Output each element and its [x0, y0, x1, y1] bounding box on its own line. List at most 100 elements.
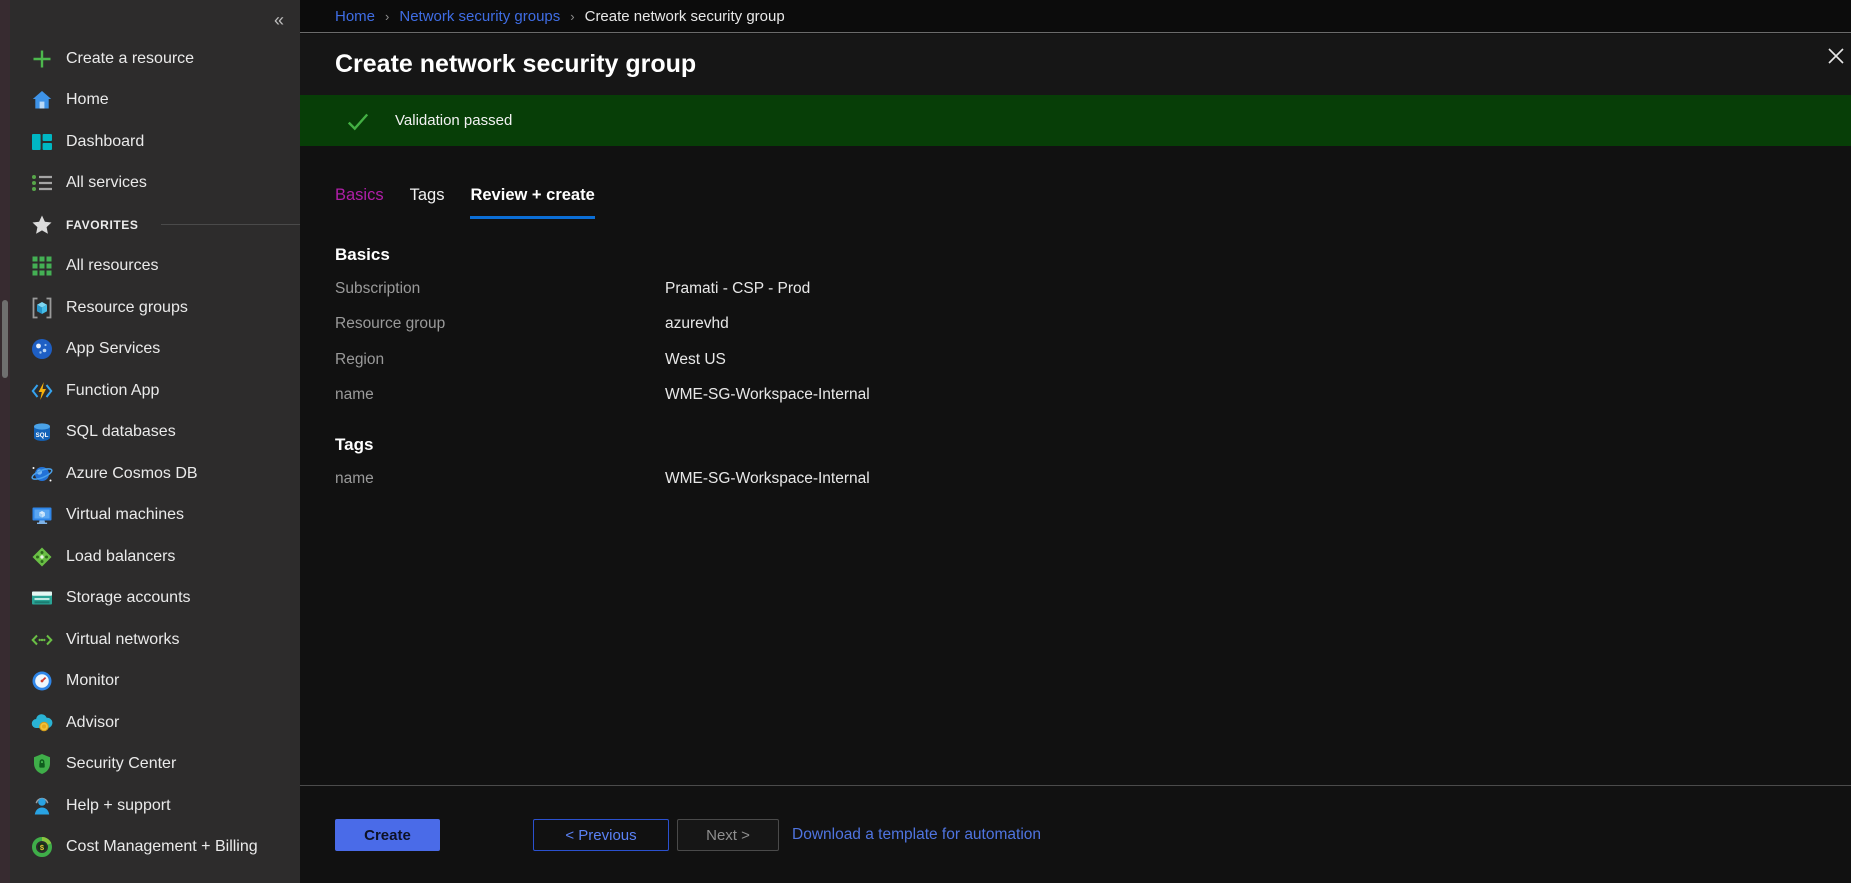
sidebar-item-label: Cost Management + Billing [66, 838, 258, 856]
sidebar-item-label: Storage accounts [66, 589, 191, 607]
sidebar-item-label: SQL databases [66, 423, 176, 441]
footer-bar: Create < Previous Next > Download a temp… [300, 785, 1851, 883]
sidebar-item-label: Security Center [66, 755, 176, 773]
favorites-label: FAVORITES [66, 218, 139, 232]
help-support-icon [30, 794, 54, 818]
sidebar-item-label: Resource groups [66, 299, 188, 317]
sidebar-item-virtual-networks[interactable]: Virtual networks [10, 619, 300, 661]
grid-icon [30, 254, 54, 278]
row-value: azurevhd [665, 315, 729, 333]
create-button[interactable]: Create [335, 819, 440, 851]
breadcrumb-current: Create network security group [585, 8, 785, 25]
sidebar-item-advisor[interactable]: Advisor [10, 702, 300, 744]
sidebar-item-virtual-machines[interactable]: Virtual machines [10, 495, 300, 537]
sidebar-item-sql-databases[interactable]: SQL SQL databases [10, 412, 300, 454]
breadcrumb-link-network-security-groups[interactable]: Network security groups [399, 8, 560, 25]
sidebar: « Create a resource Home Dashboard All s… [10, 0, 300, 883]
sidebar-item-azure-cosmos-db[interactable]: Azure Cosmos DB [10, 453, 300, 495]
cosmos-db-icon [30, 462, 54, 486]
tab-basics[interactable]: Basics [335, 186, 384, 219]
close-icon[interactable] [1827, 47, 1845, 65]
load-balancer-icon [30, 545, 54, 569]
sidebar-item-load-balancers[interactable]: Load balancers [10, 536, 300, 578]
sql-database-icon: SQL [30, 420, 54, 444]
breadcrumb: Home › Network security groups › Create … [300, 0, 1851, 33]
breadcrumb-separator-icon: › [385, 9, 389, 24]
sidebar-item-home[interactable]: Home [10, 80, 300, 122]
home-icon [30, 88, 54, 112]
download-template-link[interactable]: Download a template for automation [792, 826, 1041, 844]
sidebar-item-all-services[interactable]: All services [10, 163, 300, 205]
previous-button[interactable]: < Previous [533, 819, 669, 851]
row-label: name [335, 470, 665, 488]
sidebar-item-dashboard[interactable]: Dashboard [10, 121, 300, 163]
sidebar-item-security-center[interactable]: Security Center [10, 744, 300, 786]
row-label: Subscription [335, 280, 665, 298]
svg-text:SQL: SQL [36, 432, 49, 439]
security-center-icon [30, 752, 54, 776]
cost-management-icon: $ [30, 835, 54, 859]
app-services-icon [30, 337, 54, 361]
sidebar-item-all-resources[interactable]: All resources [10, 246, 300, 288]
basics-rows: Subscription Pramati - CSP - Prod Resour… [335, 271, 1851, 413]
collapse-sidebar-icon[interactable]: « [274, 10, 284, 31]
sidebar-nav: Create a resource Home Dashboard All ser… [10, 38, 300, 868]
sidebar-item-label: Help + support [66, 797, 171, 815]
sidebar-item-label: Function App [66, 382, 159, 400]
row-value: Pramati - CSP - Prod [665, 280, 810, 298]
advisor-icon [30, 711, 54, 735]
main-panel: Home › Network security groups › Create … [300, 0, 1851, 883]
validation-message: Validation passed [395, 112, 512, 129]
row-label: Region [335, 351, 665, 369]
tab-bar: Basics Tags Review + create [335, 186, 1851, 219]
dashboard-icon [30, 130, 54, 154]
breadcrumb-link-home[interactable]: Home [335, 8, 375, 25]
sidebar-item-monitor[interactable]: Monitor [10, 661, 300, 703]
sidebar-item-help-support[interactable]: Help + support [10, 785, 300, 827]
basics-section-heading: Basics [335, 245, 1851, 265]
review-content: Basics Tags Review + create Basics Subsc… [300, 146, 1851, 785]
sidebar-item-label: Create a resource [66, 50, 194, 68]
row-label: name [335, 386, 665, 404]
scrollbar-thumb[interactable] [2, 300, 8, 378]
sidebar-item-function-app[interactable]: Function App [10, 370, 300, 412]
review-row-resource-group: Resource group azurevhd [335, 307, 1851, 343]
sidebar-favorites-header: FAVORITES [10, 204, 300, 246]
sidebar-item-resource-groups[interactable]: Resource groups [10, 287, 300, 329]
sidebar-item-storage-accounts[interactable]: Storage accounts [10, 578, 300, 620]
breadcrumb-separator-icon: › [570, 9, 574, 24]
row-value: West US [665, 351, 726, 369]
sidebar-item-label: Virtual machines [66, 506, 184, 524]
function-app-icon [30, 379, 54, 403]
row-label: Resource group [335, 315, 665, 333]
sidebar-item-app-services[interactable]: App Services [10, 329, 300, 371]
sidebar-item-cost-management-billing[interactable]: $ Cost Management + Billing [10, 827, 300, 869]
review-row-region: Region West US [335, 342, 1851, 378]
title-bar: Create network security group [300, 34, 1851, 95]
checkmark-icon [345, 108, 371, 134]
sidebar-item-label: All services [66, 174, 147, 192]
star-icon [30, 213, 54, 237]
page-title: Create network security group [335, 50, 696, 79]
favorites-divider [161, 224, 300, 225]
monitor-icon [30, 669, 54, 693]
tab-review-create[interactable]: Review + create [470, 186, 594, 219]
tags-section-heading: Tags [335, 435, 1851, 455]
sidebar-item-create-a-resource[interactable]: Create a resource [10, 38, 300, 80]
plus-icon [30, 47, 54, 71]
tab-tags[interactable]: Tags [410, 186, 445, 219]
row-value: WME-SG-Workspace-Internal [665, 386, 870, 404]
review-row-subscription: Subscription Pramati - CSP - Prod [335, 271, 1851, 307]
review-row-name: name WME-SG-Workspace-Internal [335, 378, 1851, 414]
resource-groups-icon [30, 296, 54, 320]
sidebar-item-label: Monitor [66, 672, 119, 690]
all-services-icon [30, 171, 54, 195]
next-button[interactable]: Next > [677, 819, 779, 851]
sidebar-item-label: Load balancers [66, 548, 175, 566]
sidebar-item-label: App Services [66, 340, 160, 358]
virtual-network-icon [30, 628, 54, 652]
row-value: WME-SG-Workspace-Internal [665, 470, 870, 488]
virtual-machine-icon [30, 503, 54, 527]
storage-icon [30, 586, 54, 610]
sidebar-item-label: Dashboard [66, 133, 144, 151]
